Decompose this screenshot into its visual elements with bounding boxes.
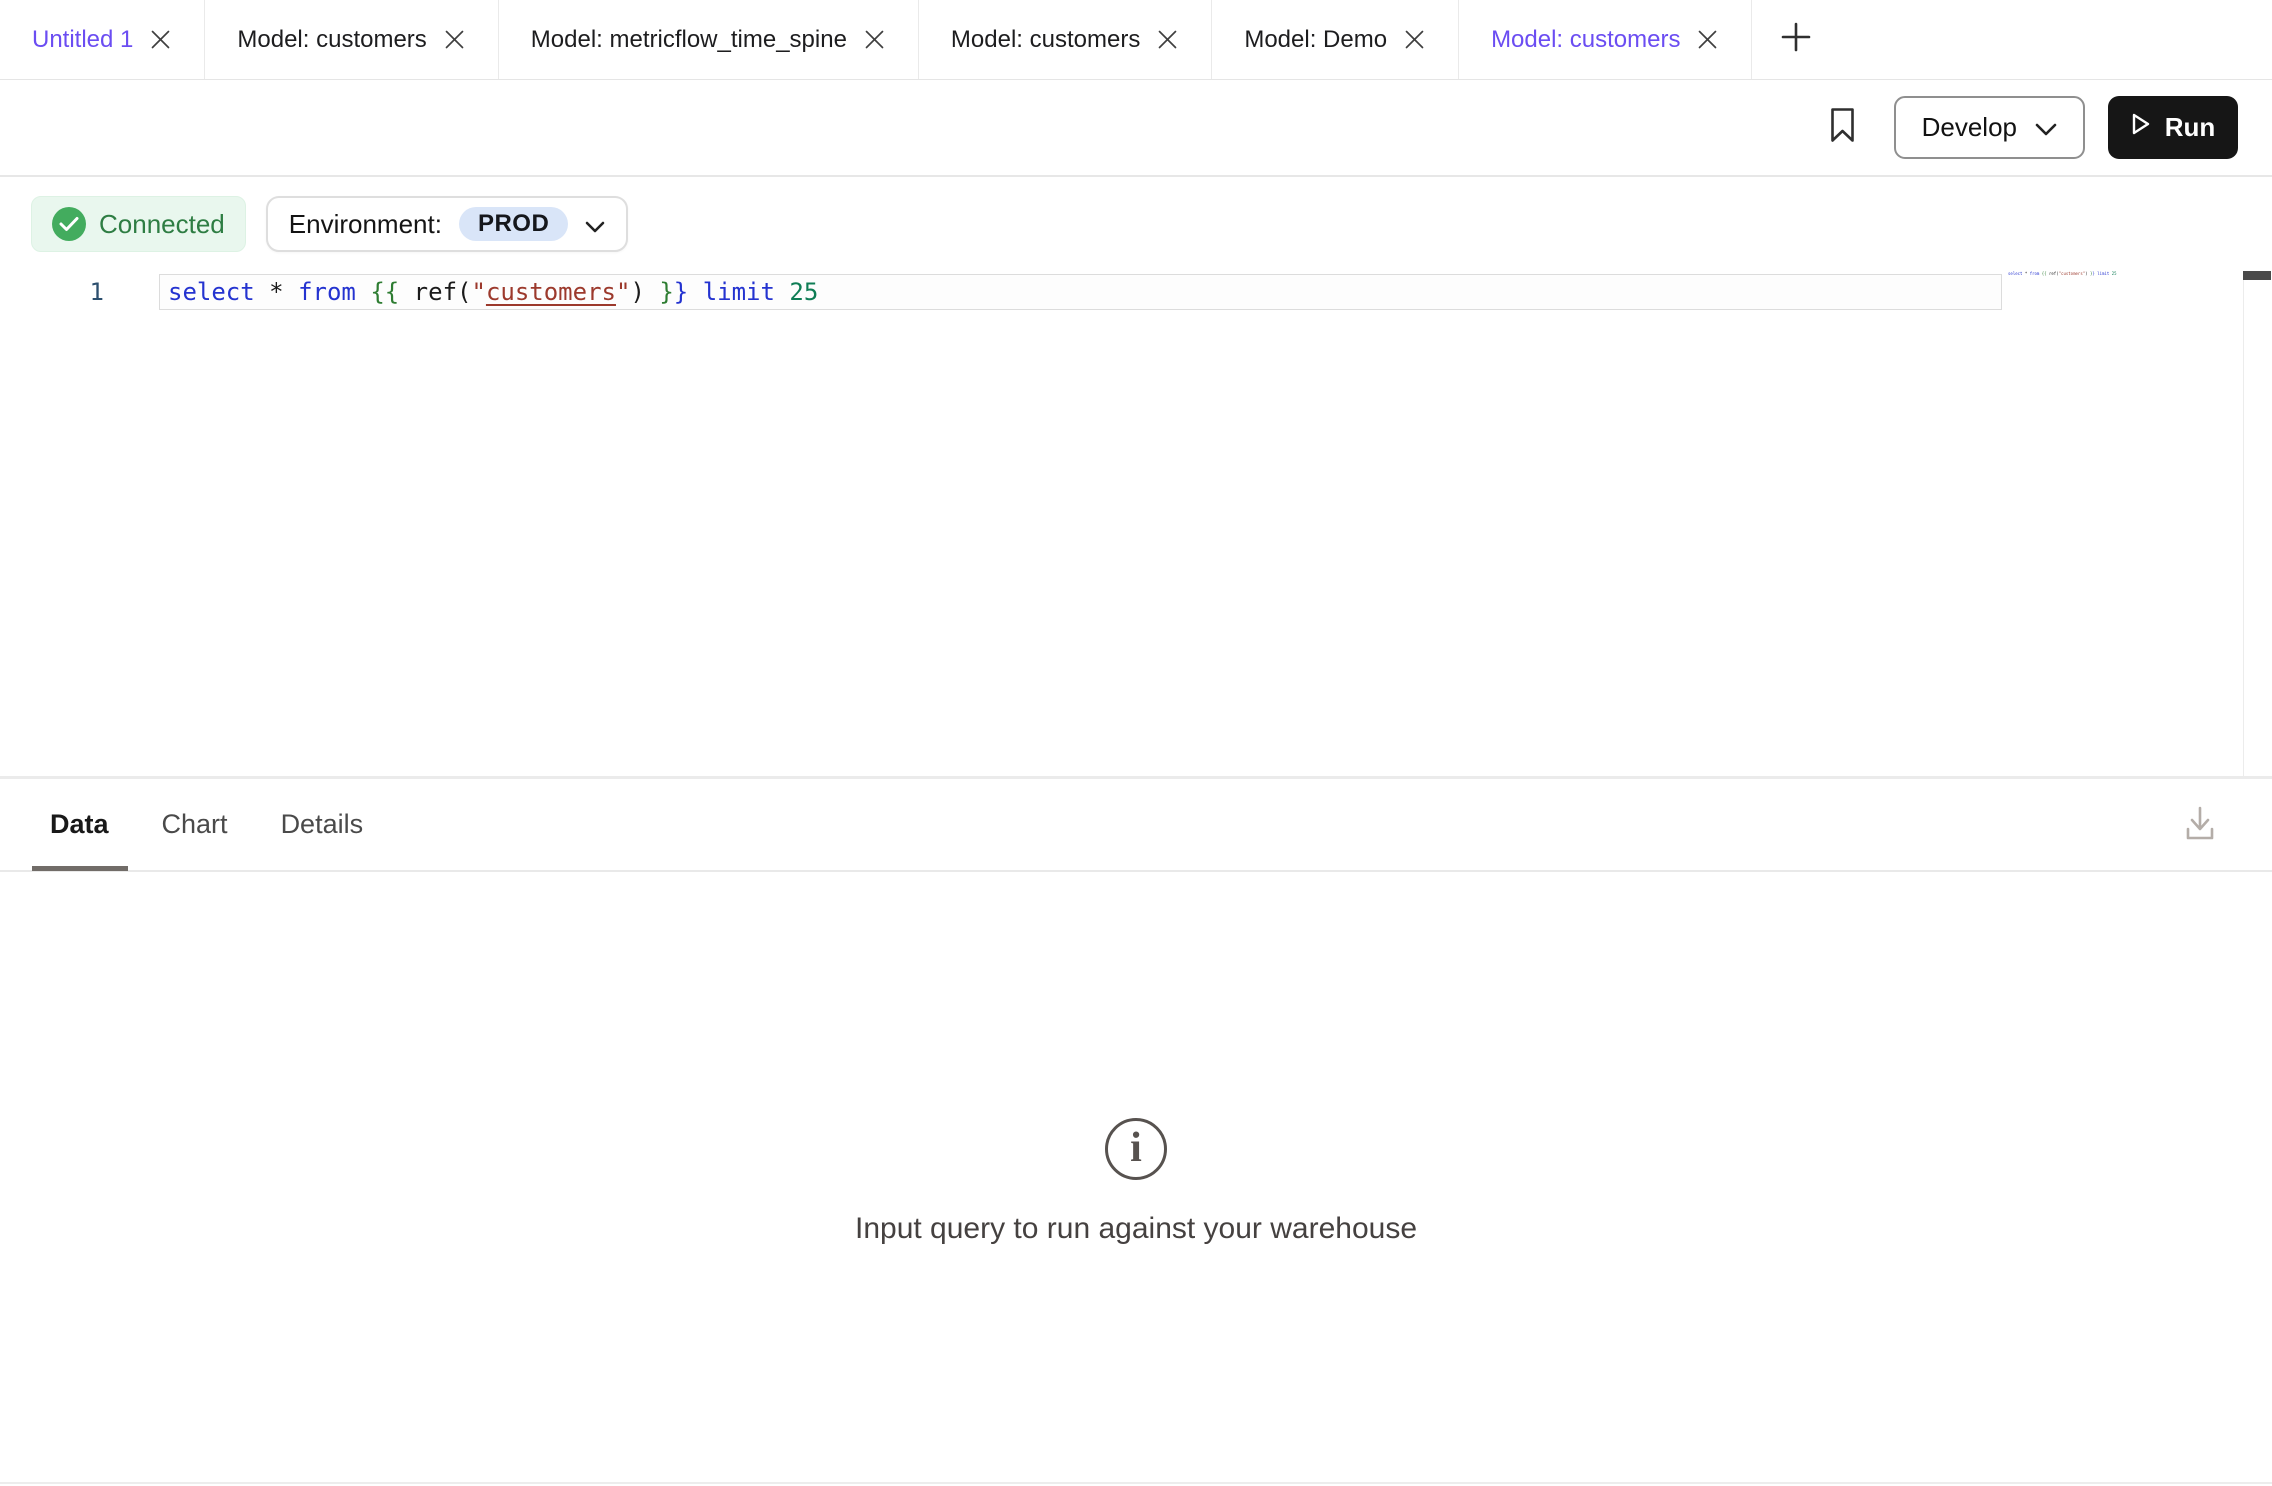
connection-status-badge: Connected xyxy=(31,196,246,252)
editor-tab-5[interactable]: Model: customers xyxy=(1459,0,1752,79)
run-button[interactable]: Run xyxy=(2108,96,2238,159)
play-icon xyxy=(2131,112,2151,143)
code-token: from xyxy=(298,278,370,306)
empty-state-message: Input query to run against your warehous… xyxy=(0,1212,2272,1246)
bookmark-icon xyxy=(1830,107,1855,148)
info-icon: i xyxy=(1105,1118,1167,1180)
check-circle-icon xyxy=(52,207,86,241)
editor-tabs: Untitled 1 Model: customers Model: metricf… xyxy=(0,0,1752,79)
tab-label: Model: Demo xyxy=(1244,26,1387,54)
results-tab-bar: Data Chart Details xyxy=(0,779,2272,872)
code-token: limit xyxy=(703,278,790,306)
editor-tab-0[interactable]: Untitled 1 xyxy=(0,0,205,79)
chevron-down-icon xyxy=(585,209,605,240)
code-token: } xyxy=(674,278,703,306)
editor-scrollbar-thumb[interactable] xyxy=(2243,271,2271,280)
tab-label: Model: customers xyxy=(237,26,426,54)
code-token: ( xyxy=(457,278,471,306)
tab-label: Model: metricflow_time_spine xyxy=(531,26,847,54)
code-token: 25 xyxy=(789,278,818,306)
environment-value-badge: PROD xyxy=(459,207,568,241)
editor-toolbar: Develop Run xyxy=(0,80,2272,177)
code-token: } xyxy=(659,278,673,306)
develop-button[interactable]: Develop xyxy=(1894,96,2085,159)
line-number: 1 xyxy=(0,274,104,310)
code-token: {{ xyxy=(370,278,413,306)
code-token: ) xyxy=(630,278,659,306)
environment-selector[interactable]: Environment: PROD xyxy=(266,196,629,252)
code-token: select xyxy=(2008,271,2025,276)
code-token: " xyxy=(616,278,630,306)
download-icon xyxy=(2182,804,2218,849)
chevron-down-icon xyxy=(2035,112,2057,143)
environment-label: Environment: xyxy=(289,209,442,240)
editor-tab-1[interactable]: Model: customers xyxy=(205,0,498,79)
code-token: " xyxy=(471,278,485,306)
editor-scrollbar-track xyxy=(2243,272,2244,776)
code-token: {{ xyxy=(2042,271,2049,276)
results-tab-details[interactable]: Details xyxy=(281,809,364,840)
close-icon[interactable] xyxy=(1696,28,1719,51)
ref-link[interactable]: customers xyxy=(2061,271,2083,276)
tab-label: Model: customers xyxy=(951,26,1140,54)
results-tab-chart[interactable]: Chart xyxy=(162,809,228,840)
code-token: * xyxy=(269,278,298,306)
tab-label: Untitled 1 xyxy=(32,26,133,54)
editor-tab-2[interactable]: Model: metricflow_time_spine xyxy=(499,0,919,79)
editor-tab-4[interactable]: Model: Demo xyxy=(1212,0,1459,79)
close-icon[interactable] xyxy=(443,28,466,51)
run-button-label: Run xyxy=(2165,112,2216,143)
plus-icon xyxy=(1780,21,1812,58)
close-icon[interactable] xyxy=(149,28,172,51)
info-icon-glyph: i xyxy=(1130,1127,1142,1169)
download-button[interactable] xyxy=(2180,804,2220,848)
editor-active-line[interactable]: select * from {{ ref("customers") }} lim… xyxy=(159,274,2002,310)
connection-row: Connected Environment: PROD xyxy=(31,196,628,252)
close-icon[interactable] xyxy=(863,28,886,51)
editor-tab-3[interactable]: Model: customers xyxy=(919,0,1212,79)
editor-minimap[interactable]: select * from {{ ref("customers") }} lim… xyxy=(2008,271,2238,277)
bottom-divider xyxy=(0,1482,2272,1484)
results-tab-data[interactable]: Data xyxy=(50,809,109,840)
active-tab-underline xyxy=(32,866,128,871)
close-icon[interactable] xyxy=(1403,28,1426,51)
code-token: limit xyxy=(2097,271,2111,276)
connection-status-label: Connected xyxy=(99,209,225,240)
editor-tab-bar: Untitled 1 Model: customers Model: metricf… xyxy=(0,0,2272,80)
bookmark-button[interactable] xyxy=(1830,107,1855,148)
code-token: 25 xyxy=(2112,271,2117,276)
new-tab-button[interactable] xyxy=(1752,0,1840,79)
ref-link[interactable]: customers xyxy=(486,278,616,306)
develop-button-label: Develop xyxy=(1922,112,2017,143)
code-token: from xyxy=(2030,271,2042,276)
close-icon[interactable] xyxy=(1156,28,1179,51)
tab-label: Model: customers xyxy=(1491,26,1680,54)
code-token: select xyxy=(168,278,269,306)
code-token: ref xyxy=(414,278,457,306)
